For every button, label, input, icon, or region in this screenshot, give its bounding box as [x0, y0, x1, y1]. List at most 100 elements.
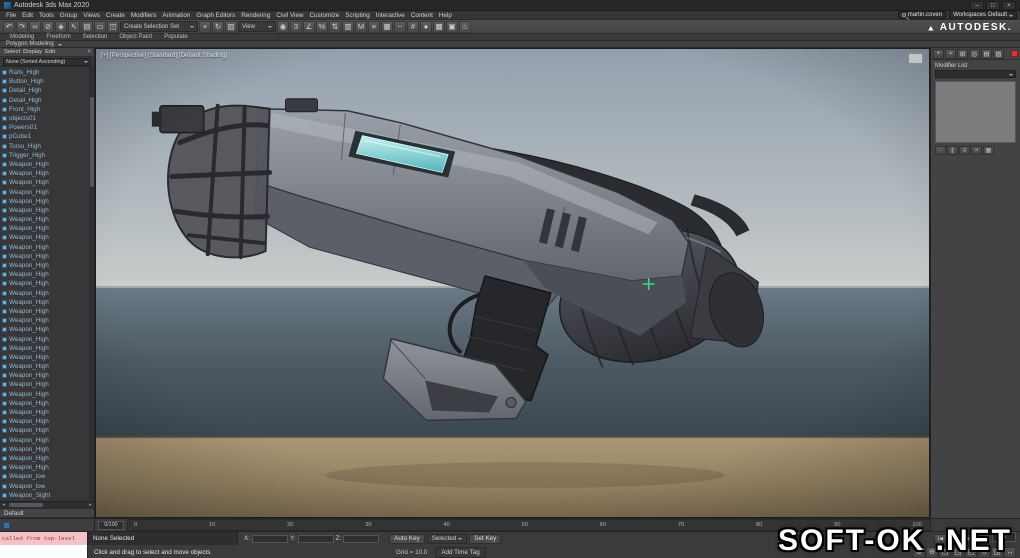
explorer-menu-item[interactable]: Select	[3, 49, 21, 55]
explorer-item[interactable]: Weapon_High	[2, 371, 94, 380]
z-coordinate-field[interactable]	[343, 535, 379, 543]
toolbar-icon[interactable]: ↷	[16, 21, 28, 33]
explorer-item[interactable]: Weapon_High	[2, 178, 94, 187]
explorer-item[interactable]: Weapon_High	[2, 325, 94, 334]
toolbar-icon[interactable]: +	[199, 21, 211, 33]
toolbar-icon[interactable]: ●	[420, 21, 432, 33]
explorer-item[interactable]: Weapon_High	[2, 353, 94, 362]
explorer-item[interactable]: Weapon_low	[2, 472, 94, 481]
stack-button-icon[interactable]: ▦	[983, 146, 994, 155]
toolbar-icon[interactable]: ↶	[3, 21, 15, 33]
ribbon-tab[interactable]: Selection	[77, 33, 114, 40]
explorer-item[interactable]: Weapon_High	[2, 390, 94, 399]
auto-key-button[interactable]: Auto Key	[389, 534, 425, 544]
menu-item[interactable]: Civil View	[273, 12, 306, 19]
menu-item[interactable]: File	[3, 12, 19, 19]
menu-item[interactable]: Edit	[19, 12, 36, 19]
explorer-item[interactable]: objects01	[2, 114, 94, 123]
toolbar-icon[interactable]: ▥	[342, 21, 354, 33]
menu-item[interactable]: Modifiers	[128, 12, 160, 19]
time-slider[interactable]: 0/100	[98, 521, 124, 530]
toolbar-icon[interactable]: ~	[394, 21, 406, 33]
toolbar-icon[interactable]: M	[355, 21, 367, 33]
reference-coordinate-dropdown[interactable]: View	[238, 21, 276, 32]
workspaces-dropdown[interactable]: Workspaces Default	[949, 11, 1017, 19]
stack-button-icon[interactable]: ◦	[935, 146, 946, 155]
explorer-item[interactable]: Button_High	[2, 77, 94, 86]
scrollbar-thumb[interactable]	[90, 97, 94, 187]
explorer-item[interactable]: Weapon_High	[2, 334, 94, 343]
explorer-item[interactable]: Weapon_High	[2, 215, 94, 224]
explorer-item[interactable]: Powers01	[2, 123, 94, 132]
chevron-down-icon[interactable]	[58, 44, 62, 48]
explorer-item[interactable]: Detail_High	[2, 86, 94, 95]
menu-item[interactable]: Views	[80, 12, 103, 19]
menu-item[interactable]: Customize	[307, 12, 343, 19]
toolbar-icon[interactable]: ▭	[94, 21, 106, 33]
menu-item[interactable]: Group	[57, 12, 81, 19]
explorer-item[interactable]: Weapon_High	[2, 316, 94, 325]
toolbar-icon[interactable]: ▩	[433, 21, 445, 33]
create-selection-set-dropdown[interactable]: Create Selection Set	[120, 21, 198, 32]
explorer-item[interactable]: Weapon_High	[2, 298, 94, 307]
explorer-item[interactable]: Front_High	[2, 105, 94, 114]
toolbar-icon[interactable]: ∞	[29, 21, 41, 33]
command-panel-tab-icon[interactable]: ⊞	[957, 49, 968, 59]
explorer-item[interactable]: Weapon_High	[2, 169, 94, 178]
menu-item[interactable]: Animation	[159, 12, 193, 19]
explorer-vertical-scrollbar[interactable]	[89, 67, 94, 501]
explorer-item[interactable]: Weapon_High	[2, 289, 94, 298]
explorer-item[interactable]: Weapon_High	[2, 206, 94, 215]
toolbar-icon[interactable]: ↖	[68, 21, 80, 33]
close-button[interactable]: ×	[1002, 1, 1016, 10]
toolbar-icon[interactable]: ▣	[446, 21, 458, 33]
explorer-item[interactable]: Weapon_High	[2, 445, 94, 454]
toolbar-icon[interactable]: ♨	[459, 21, 471, 33]
explorer-item[interactable]: Rails_High	[2, 68, 94, 77]
explorer-item[interactable]: Weapon_High	[2, 399, 94, 408]
explorer-item[interactable]: Weapon_High	[2, 436, 94, 445]
toolbar-icon[interactable]: ▦	[381, 21, 393, 33]
explorer-item[interactable]: Weapon_low	[2, 481, 94, 490]
command-panel-tab-icon[interactable]: +	[933, 49, 944, 59]
stack-button-icon[interactable]: ×	[971, 146, 982, 155]
x-coordinate-field[interactable]	[252, 535, 288, 543]
explorer-item[interactable]: Weapon_High	[2, 279, 94, 288]
explorer-item[interactable]: Weapon_High	[2, 463, 94, 472]
explorer-item[interactable]: Weapon_High	[2, 362, 94, 371]
explorer-item[interactable]: Weapon_High	[2, 380, 94, 389]
explorer-item[interactable]: Weapon_High	[2, 187, 94, 196]
explorer-item[interactable]: Weapon_High	[2, 252, 94, 261]
menu-item[interactable]: Content	[408, 12, 436, 19]
explorer-item[interactable]: Weapon_High	[2, 233, 94, 242]
explorer-item[interactable]: Weapon_High	[2, 243, 94, 252]
command-panel-tab-icon[interactable]: ≈	[945, 49, 956, 59]
explorer-item[interactable]: Torso_High	[2, 142, 94, 151]
explorer-item[interactable]: Weapon_High	[2, 224, 94, 233]
menu-item[interactable]: Tools	[36, 12, 57, 19]
add-time-tag-button[interactable]: Add Time Tag	[435, 547, 485, 558]
selected-set-dropdown[interactable]: Selected	[427, 534, 468, 544]
stack-button-icon[interactable]: ∥	[947, 146, 958, 155]
explorer-item[interactable]: Weapon_Stock	[2, 500, 94, 501]
toolbar-icon[interactable]: ◫	[107, 21, 119, 33]
toolbar-icon[interactable]: ◈	[55, 21, 67, 33]
menu-item[interactable]: Graph Editors	[193, 12, 238, 19]
command-panel-tab-icon[interactable]: ▨	[993, 49, 1004, 59]
explorer-menu-item[interactable]: Display	[22, 49, 43, 55]
toolbar-icon[interactable]: #	[407, 21, 419, 33]
command-panel-tab-icon[interactable]: ◎	[969, 49, 980, 59]
explorer-item[interactable]: Weapon_High	[2, 270, 94, 279]
explorer-item[interactable]: Weapon_High	[2, 417, 94, 426]
explorer-item[interactable]: Weapon_High	[2, 408, 94, 417]
viewcube-icon[interactable]	[908, 53, 923, 64]
account-search-box[interactable]: martin.coven	[898, 11, 946, 19]
sort-dropdown[interactable]: None (Sorted Ascending)	[3, 58, 91, 66]
toolbar-icon[interactable]: ⊘	[42, 21, 54, 33]
toolbar-icon[interactable]: 3	[290, 21, 302, 33]
menu-item[interactable]: Rendering	[238, 12, 273, 19]
maxscript-listener-input[interactable]	[0, 545, 88, 558]
menu-item[interactable]: Scripting	[342, 12, 373, 19]
toolbar-icon[interactable]: ◉	[277, 21, 289, 33]
explorer-item[interactable]: Weapon_High	[2, 307, 94, 316]
